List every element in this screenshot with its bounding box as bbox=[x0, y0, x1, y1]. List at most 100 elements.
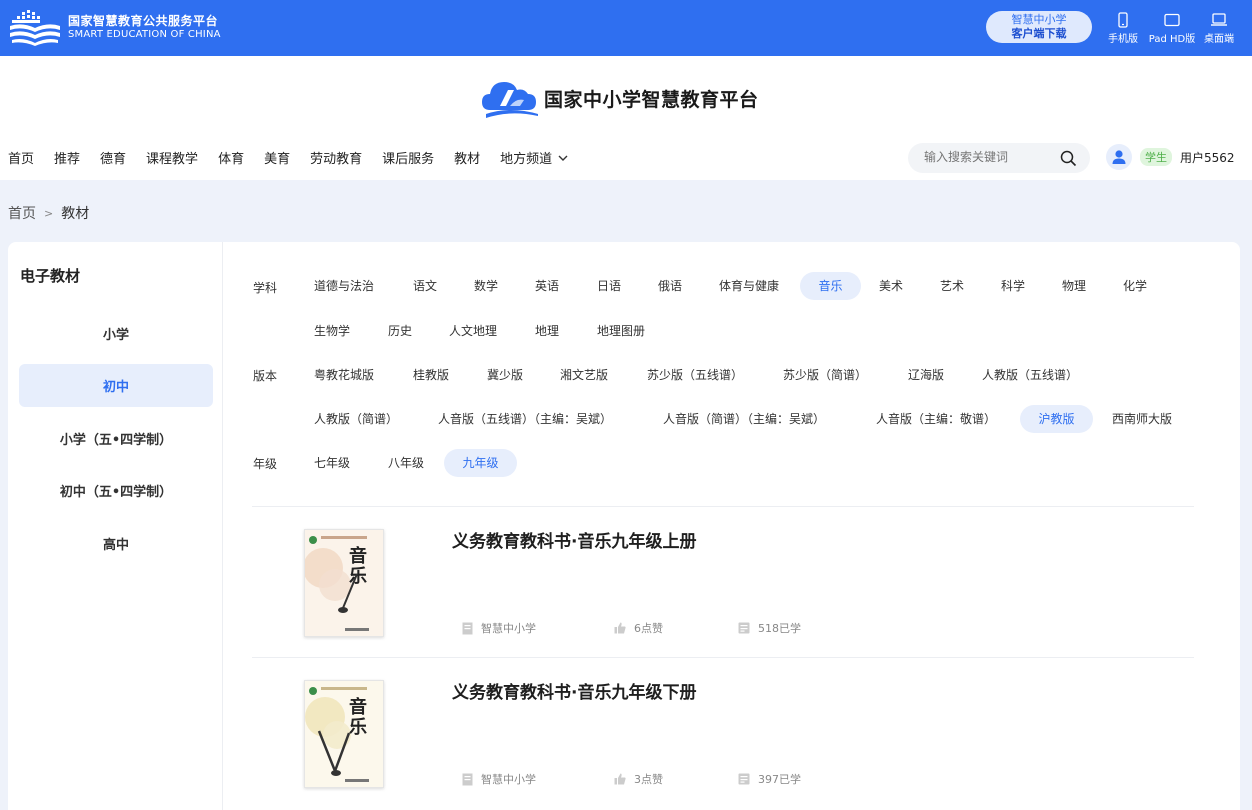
subject-chip[interactable]: 人文地理 bbox=[435, 317, 511, 345]
main-nav: 首页 推荐 德育 课程教学 体育 美育 劳动教育 课后服务 教材 地方频道 bbox=[8, 148, 588, 167]
subject-chip[interactable]: 生物学 bbox=[300, 317, 364, 345]
subject-chip[interactable]: 俄语 bbox=[644, 272, 696, 300]
subject-chip[interactable]: 英语 bbox=[521, 272, 573, 300]
edition-chip[interactable]: 人音版（五线谱）（主编：吴斌） bbox=[424, 405, 626, 433]
search-input[interactable] bbox=[924, 150, 1054, 164]
nav-item-labor[interactable]: 劳动教育 bbox=[310, 148, 362, 167]
edition-chip[interactable]: 桂教版 bbox=[399, 361, 463, 389]
subject-chip[interactable]: 物理 bbox=[1048, 272, 1100, 300]
subject-chip[interactable]: 地理 bbox=[521, 317, 573, 345]
edition-chip[interactable]: 苏少版（简谱） bbox=[769, 361, 881, 389]
nav-item-after-school[interactable]: 课后服务 bbox=[382, 148, 434, 167]
chevron-down-icon bbox=[558, 155, 568, 161]
subject-chip-active[interactable]: 音乐 bbox=[800, 272, 861, 300]
client-download-button[interactable]: 智慧中小学 客户端下载 bbox=[986, 11, 1092, 43]
subject-chip[interactable]: 体育与健康 bbox=[705, 272, 793, 300]
edition-chip[interactable]: 苏少版（五线谱） bbox=[633, 361, 757, 389]
book-cover-art: 音 乐 bbox=[305, 530, 383, 636]
svg-text:乐: 乐 bbox=[349, 566, 367, 587]
thumbs-up-icon bbox=[614, 622, 626, 634]
brand-name-cn: 国家智慧教育公共服务平台 bbox=[68, 14, 219, 29]
nav-item-arts[interactable]: 美育 bbox=[264, 148, 290, 167]
device-pad-label: Pad HD版 bbox=[1148, 34, 1196, 45]
site-logo[interactable]: 国家中小学智慧教育平台 bbox=[480, 76, 759, 120]
learned-icon bbox=[738, 773, 750, 785]
subject-chip[interactable]: 化学 bbox=[1109, 272, 1161, 300]
book-learners-text: 518已学 bbox=[758, 622, 801, 635]
book-cover[interactable]: 音 乐 bbox=[304, 680, 384, 788]
subject-chip[interactable]: 历史 bbox=[374, 317, 426, 345]
subject-chip[interactable]: 日语 bbox=[583, 272, 635, 300]
book-cover[interactable]: 音 乐 bbox=[304, 529, 384, 637]
edition-chip[interactable]: 人音版（简谱）（主编：吴斌） bbox=[649, 405, 839, 433]
breadcrumb-home[interactable]: 首页 bbox=[8, 203, 36, 223]
edition-chip[interactable]: 冀少版 bbox=[473, 361, 537, 389]
edition-chip[interactable]: 辽海版 bbox=[894, 361, 958, 389]
grade-chip-active[interactable]: 九年级 bbox=[444, 449, 517, 477]
device-pad-link[interactable]: Pad HD版 bbox=[1146, 12, 1198, 45]
user-menu[interactable]: 学生 用户5562 bbox=[1106, 144, 1235, 170]
user-role-badge: 学生 bbox=[1140, 148, 1172, 166]
device-desktop-label: 桌面端 bbox=[1204, 34, 1234, 45]
site-header: 国家中小学智慧教育平台 首页 推荐 德育 课程教学 体育 美育 劳动教育 课后服… bbox=[0, 56, 1252, 180]
subject-chip[interactable]: 艺术 bbox=[926, 272, 978, 300]
book-learners: 397已学 bbox=[738, 771, 801, 787]
laptop-icon bbox=[1211, 13, 1227, 26]
nav-item-moral[interactable]: 德育 bbox=[100, 148, 126, 167]
nav-item-sports[interactable]: 体育 bbox=[218, 148, 244, 167]
subject-label: 学科 bbox=[253, 281, 278, 295]
sidebar-item-primary[interactable]: 小学 bbox=[19, 312, 213, 355]
phone-icon bbox=[1118, 12, 1128, 28]
device-phone-link[interactable]: 手机版 bbox=[1097, 12, 1149, 45]
breadcrumb-current: 教材 bbox=[61, 206, 90, 222]
brand-name-en: SMART EDUCATION OF CHINA bbox=[68, 29, 221, 41]
book-publisher-text: 智慧中小学 bbox=[481, 622, 536, 635]
book-title[interactable]: 义务教育教科书·音乐九年级下册 bbox=[452, 678, 696, 703]
nav-item-courses[interactable]: 课程教学 bbox=[146, 148, 198, 167]
edition-chip-active[interactable]: 沪教版 bbox=[1020, 405, 1093, 433]
device-desktop-link[interactable]: 桌面端 bbox=[1193, 12, 1245, 45]
sidebar-item-primary-54[interactable]: 小学（五•四学制） bbox=[19, 417, 213, 460]
brand[interactable]: 国家智慧教育公共服务平台 SMART EDUCATION OF CHINA bbox=[8, 8, 221, 48]
download-line1: 智慧中小学 bbox=[1011, 13, 1067, 26]
book-title[interactable]: 义务教育教科书·音乐九年级上册 bbox=[452, 527, 696, 552]
grade-chip[interactable]: 七年级 bbox=[300, 449, 364, 477]
edition-chip[interactable]: 西南师大版 bbox=[1098, 405, 1186, 433]
search-icon[interactable] bbox=[1060, 150, 1077, 167]
svg-text:音: 音 bbox=[349, 545, 367, 567]
nav-item-local-label: 地方频道 bbox=[500, 152, 553, 167]
user-name[interactable]: 用户5562 bbox=[1180, 149, 1235, 166]
user-icon bbox=[1112, 150, 1126, 164]
document-icon bbox=[462, 622, 473, 634]
nav-item-local-channel[interactable]: 地方频道 bbox=[500, 148, 568, 167]
sidebar-item-junior-54[interactable]: 初中（五•四学制） bbox=[19, 469, 213, 512]
nav-item-textbooks[interactable]: 教材 bbox=[454, 148, 480, 167]
edition-chip[interactable]: 粤教花城版 bbox=[300, 361, 388, 389]
subject-chip[interactable]: 数学 bbox=[460, 272, 512, 300]
nav-item-home[interactable]: 首页 bbox=[8, 148, 34, 167]
nav-item-recommend[interactable]: 推荐 bbox=[54, 148, 80, 167]
edition-chip[interactable]: 湘文艺版 bbox=[546, 361, 622, 389]
book-likes: 3点赞 bbox=[614, 771, 663, 787]
book-list-item[interactable]: 音 乐 义务教育教科书·音乐九年级下册 智慧中小学 3点赞 397已学 bbox=[252, 658, 1194, 808]
edition-chip[interactable]: 人音版（主编：敬谱） bbox=[862, 405, 1010, 433]
book-publisher: 智慧中小学 bbox=[462, 620, 536, 636]
book-list-item[interactable]: 音 乐 义务教育教科书·音乐九年级上册 智慧中小学 6点赞 518已学 bbox=[252, 507, 1194, 657]
grade-chip[interactable]: 八年级 bbox=[374, 449, 438, 477]
subject-chip[interactable]: 地理图册 bbox=[583, 317, 659, 345]
edition-chip[interactable]: 人教版（简谱） bbox=[300, 405, 412, 433]
book-likes-text: 6点赞 bbox=[634, 622, 663, 635]
book-learners: 518已学 bbox=[738, 620, 801, 636]
top-bar: 国家智慧教育公共服务平台 SMART EDUCATION OF CHINA 智慧… bbox=[0, 0, 1252, 56]
subject-chip[interactable]: 语文 bbox=[399, 272, 451, 300]
sidebar-item-junior[interactable]: 初中 bbox=[19, 364, 213, 407]
subject-chip[interactable]: 科学 bbox=[987, 272, 1039, 300]
tablet-icon bbox=[1164, 13, 1180, 27]
subject-chip[interactable]: 美术 bbox=[865, 272, 917, 300]
book-likes: 6点赞 bbox=[614, 620, 663, 636]
avatar[interactable] bbox=[1106, 144, 1132, 170]
edition-chip[interactable]: 人教版（五线谱） bbox=[968, 361, 1092, 389]
sidebar-item-senior[interactable]: 高中 bbox=[19, 522, 213, 565]
subject-chip[interactable]: 道德与法治 bbox=[300, 272, 388, 300]
device-phone-label: 手机版 bbox=[1108, 34, 1138, 45]
